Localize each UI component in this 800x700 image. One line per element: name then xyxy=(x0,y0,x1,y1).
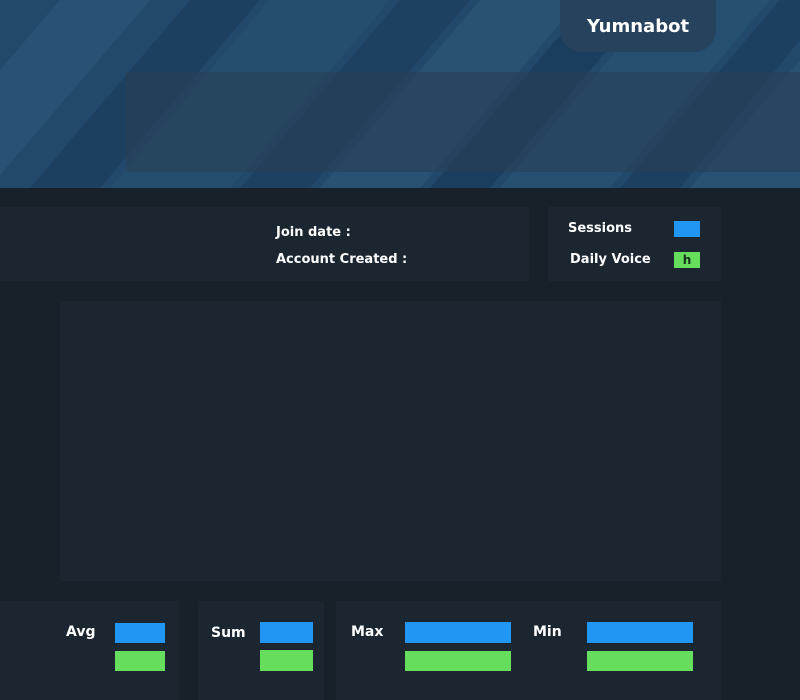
profile-banner: Yumnabot xyxy=(0,0,800,188)
sessions-value-badge xyxy=(674,221,700,237)
account-created-label: Account Created : xyxy=(276,252,408,267)
profile-info-panel: Join date : Account Created : xyxy=(0,207,529,281)
sum-stat-panel: Sum xyxy=(198,601,324,700)
sessions-label: Sessions xyxy=(568,221,633,236)
sum-sessions-bar xyxy=(260,622,313,643)
join-date-label: Join date : xyxy=(276,225,351,240)
avg-label: Avg xyxy=(66,624,96,640)
max-min-stat-panel: Max Min xyxy=(336,601,721,700)
min-label: Min xyxy=(533,624,562,640)
daily-voice-label: Daily Voice xyxy=(570,252,651,267)
max-sessions-bar xyxy=(405,622,511,643)
max-label: Max xyxy=(351,624,384,640)
activity-stats-panel: Sessions Daily Voice h xyxy=(548,207,721,281)
activity-graph-area xyxy=(60,301,721,581)
avg-voice-bar xyxy=(115,651,165,671)
banner-overlay xyxy=(126,72,800,172)
sum-label: Sum xyxy=(211,625,246,641)
bot-name-badge: Yumnabot xyxy=(560,0,716,52)
dashboard: Yumnabot Join date : Account Created : S… xyxy=(0,0,800,700)
max-voice-bar xyxy=(405,651,511,671)
sum-voice-bar xyxy=(260,650,313,671)
avg-sessions-bar xyxy=(115,623,165,643)
avg-stat-panel: Avg xyxy=(0,601,179,700)
daily-voice-value-badge: h xyxy=(674,252,700,268)
min-sessions-bar xyxy=(587,622,693,643)
min-voice-bar xyxy=(587,651,693,671)
